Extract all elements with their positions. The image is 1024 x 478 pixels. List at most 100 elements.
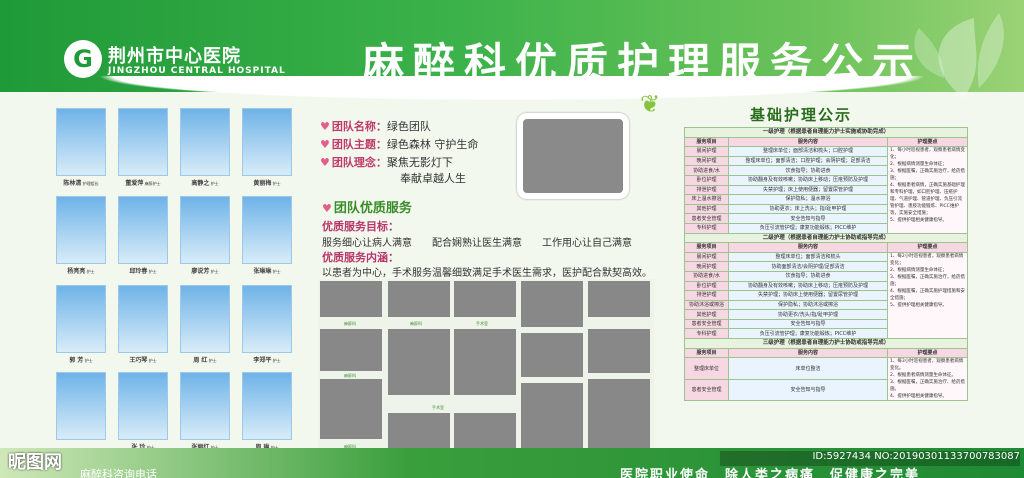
care-content: 保护隐私；协助沐浴或擦浴 [728, 299, 888, 311]
care-point: 1、每2小时巡视患者，观察患者病情变化； [890, 253, 964, 266]
staff-name: 郭 芳 [69, 357, 84, 364]
staff-caption: 张琳琳 护士 [236, 266, 298, 275]
staff-photo [56, 108, 106, 176]
care-item: 专科护理 [684, 222, 729, 234]
activity-photo [320, 379, 382, 439]
staff-name: 邱玲春 [129, 268, 148, 275]
col-header-content: 服务内容 [728, 242, 888, 253]
care-point: 4、提供护理相关健康指导。 [890, 394, 947, 400]
heart-icon: ♥ [320, 138, 330, 151]
care-item: 卧位护理 [684, 174, 729, 186]
staff-name: 张琳琳 [253, 268, 272, 275]
care-point: 2、根据患者病情测量生命体征。 [890, 373, 956, 379]
activity-photo [588, 281, 650, 317]
care-points: 1、每3小时巡视患者，观察患者病情变化。 2、根据患者病情测量生命体征。 3、根据医… [887, 357, 968, 402]
butterfly-icon: ❦ [640, 90, 661, 118]
staff-role: 护理组长 [82, 181, 99, 186]
care-item: 晚间护理 [684, 261, 729, 272]
staff-name: 李郑平 [253, 357, 272, 364]
staff-caption: 王巧琴 护士 [112, 355, 174, 364]
service-goal-text: 服务细心让病人满意 配合娴熟让医生满意 工作用心让自己满意 [322, 238, 632, 249]
col-header-points: 护理要点 [887, 347, 968, 359]
care-point: 5、提供护理相关健康指导。 [890, 218, 947, 224]
staff-caption: 高静之 护士 [174, 178, 236, 187]
care-point: 3、根据医嘱，正确实施治疗，给药措施； [890, 274, 965, 287]
team-concept-value-2: 奉献卓越人生 [400, 172, 466, 185]
staff-name: 周 红 [193, 357, 208, 364]
staff-role: 护士 [210, 269, 219, 274]
activity-photo [454, 281, 516, 317]
staff-photo [56, 372, 106, 440]
activity-photo [454, 329, 516, 395]
care-item: 患者安全管理 [684, 213, 729, 224]
staff-name: 董爱萍 [125, 180, 144, 187]
table-row: 晨间护理 整理床单位；面部清洁和梳头；口腔护理 1、每小时巡视患者，观察患者病情变化… [684, 146, 968, 234]
heart-icon: ♥ [320, 120, 330, 133]
care-item: 患者安全管理 [684, 378, 729, 402]
care-level-header: 一级护理（根据患者自理能力护士实施或协助完成） [684, 127, 968, 138]
staff-photo [180, 372, 230, 440]
staff-photo [180, 196, 230, 264]
care-content: 床单位整洁 [728, 357, 888, 380]
care-content: 饮食指导；协助进食 [728, 165, 888, 176]
staff-name: 高静之 [191, 180, 210, 187]
staff-photo [118, 285, 168, 353]
service-section-title: ♥ 团队优质服务 [322, 201, 412, 216]
col-header-item: 服务项目 [684, 242, 729, 253]
team-name-line: ♥ 团队名称：绿色团队 [320, 118, 431, 134]
footer-mission: 医院职业使命 除人类之病痛 促健康之完美 [620, 468, 921, 478]
activity-photo-collage: 麻醉科 麻醉科 手术室 麻醉科 手术室 麻醉科 麻醉科 麻醉科 [318, 279, 654, 455]
collage-caption: 麻醉科 [410, 321, 422, 326]
care-item: 晨间护理 [684, 251, 729, 263]
table-row: 晨间护理 整理床单位；面部清洁和梳头 1、每2小时巡视患者，观察患者病情变化； 2、根… [684, 251, 968, 340]
activity-photo [588, 379, 650, 449]
bulletin-board: G 荆州市中心医院 JINGZHOU CENTRAL HOSPITAL 麻醉科优… [0, 0, 1024, 478]
care-point: 2、根据病情测量生命体征； [890, 162, 947, 168]
care-content: 协助面部清洁/会阴护理/足部清洁 [728, 261, 888, 272]
staff-photo [118, 372, 168, 440]
page-title: 麻醉科优质护理服务公示 [362, 39, 924, 88]
staff-photo [242, 196, 292, 264]
staff-caption: 李郑平 护士 [236, 355, 298, 364]
team-theme-label: 团队主题： [331, 138, 387, 151]
col-header-points: 护理要点 [887, 242, 968, 253]
care-content: 整理床单位；面部清洁和梳头 [728, 251, 888, 263]
heart-icon: ♥ [320, 156, 330, 169]
care-content: 协助更衣/洗头/指/趾甲护理 [728, 309, 888, 320]
col-header-content: 服务内容 [728, 136, 888, 148]
care-content: 保护隐私；温水擦浴 [728, 194, 888, 205]
care-content: 负压引流管护理；康复功能锻炼；PICC维护 [728, 222, 888, 234]
care-item: 晨间护理 [684, 146, 729, 157]
care-item: 其他护理 [684, 203, 729, 215]
staff-caption: 邱玲春 护士 [112, 266, 174, 275]
activity-photo [388, 413, 450, 449]
leaf-decoration-icon [914, 13, 1004, 98]
staff-caption: 郭 芳 护士 [50, 355, 112, 364]
care-item: 专科护理 [684, 328, 729, 340]
staff-photo [118, 196, 168, 264]
col-header-points: 护理要点 [887, 136, 968, 148]
care-point: 1、每3小时巡视患者，观察患者病情变化。 [890, 359, 964, 372]
hospital-logo-icon: G [64, 40, 102, 78]
care-item: 患者安全管理 [684, 318, 729, 330]
staff-name: 黄丽梅 [253, 180, 272, 187]
hospital-name-en: JINGZHOU CENTRAL HOSPITAL [108, 66, 286, 76]
activity-photo [388, 281, 450, 317]
col-header-content: 服务内容 [728, 347, 888, 359]
staff-role: 护士 [84, 358, 93, 363]
activity-photo [388, 329, 450, 395]
site-watermark: 昵图网 [8, 452, 62, 473]
activity-photo [521, 333, 583, 377]
care-item: 排泄护理 [684, 184, 729, 196]
care-item: 晚间护理 [684, 155, 729, 167]
col-header-item: 服务项目 [684, 136, 729, 148]
staff-caption: 黄丽梅 护士 [236, 178, 298, 187]
care-item: 协助进食/水 [684, 165, 729, 176]
staff-photo [56, 285, 106, 353]
staff-role: 麻醉护士 [144, 181, 161, 186]
team-name-label: 团队名称： [331, 120, 387, 133]
staff-name: 廖说芳 [191, 268, 210, 275]
care-content: 安全告知与指导 [728, 318, 888, 330]
care-point: 1、每小时巡视患者，观察患者病情变化； [890, 148, 965, 161]
hospital-name: 荆州市中心医院 [108, 46, 241, 67]
